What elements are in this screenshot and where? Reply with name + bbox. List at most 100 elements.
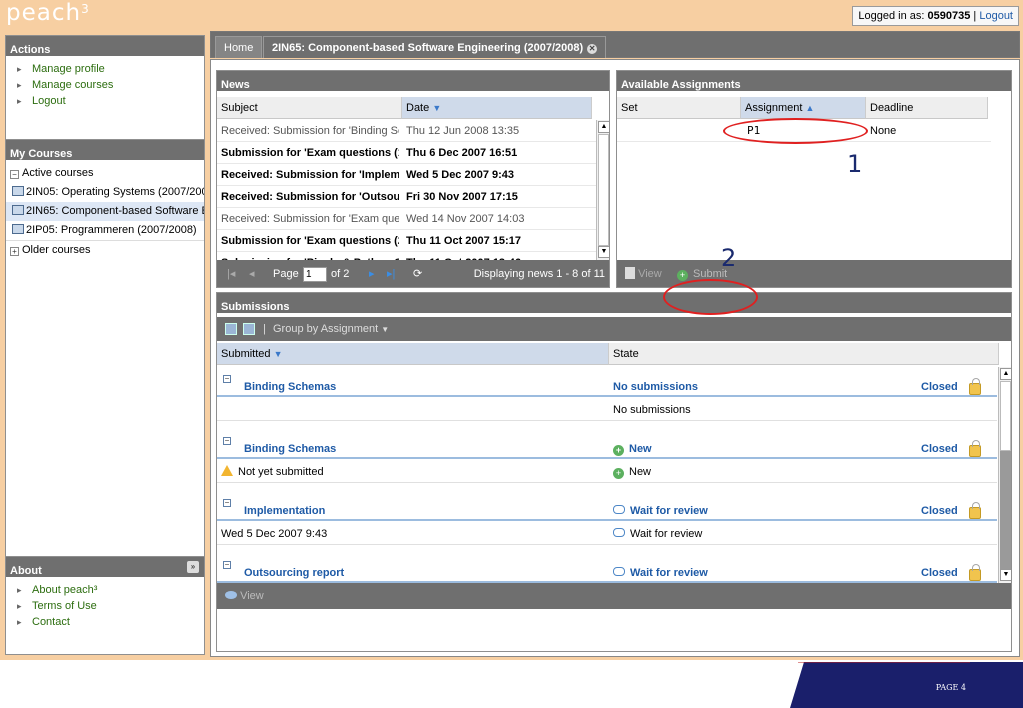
course-2in65[interactable]: 2IN65: Component-based Software Engineer… bbox=[6, 202, 204, 221]
submissions-title: Submissions bbox=[217, 293, 1011, 316]
submission-group[interactable]: − Binding Schemas + New Closed bbox=[217, 429, 997, 459]
left-sidebar: Actions Manage profile Manage courses Lo… bbox=[0, 31, 210, 660]
terms-link[interactable]: Terms of Use bbox=[6, 598, 204, 614]
manage-profile-link[interactable]: Manage profile bbox=[6, 61, 204, 77]
chevron-down-icon: ▼ bbox=[381, 325, 390, 334]
scroll-thumb[interactable] bbox=[598, 134, 609, 246]
news-subject: Submission for 'Exam questions (1)' bbox=[221, 147, 399, 159]
active-courses-node[interactable]: − Active courses bbox=[6, 164, 204, 183]
login-prefix: Logged in as: bbox=[858, 10, 928, 22]
refresh-icon[interactable]: ⟳ bbox=[413, 260, 422, 287]
annotation-number-1: 1 bbox=[847, 150, 863, 178]
login-user: 0590735 bbox=[927, 10, 971, 22]
submission-date: Wed 5 Dec 2007 9:43 bbox=[221, 528, 328, 540]
submission-group[interactable]: − Implementation Wait for review Closed bbox=[217, 491, 997, 521]
about-peach-link[interactable]: About peach³ bbox=[6, 582, 204, 598]
scroll-thumb[interactable] bbox=[1000, 381, 1011, 451]
next-page-icon[interactable]: ▸ bbox=[369, 260, 375, 287]
group-name[interactable]: Binding Schemas bbox=[244, 381, 336, 393]
group-status: Closed bbox=[921, 381, 958, 393]
contact-link[interactable]: Contact bbox=[6, 614, 204, 630]
news-date-header[interactable]: Date ▼ bbox=[402, 97, 592, 119]
group-by-dropdown[interactable]: Group by Assignment ▼ bbox=[273, 317, 389, 342]
manage-courses-link[interactable]: Manage courses bbox=[6, 77, 204, 93]
news-subject: Received: Submission for 'Exam questions… bbox=[221, 213, 399, 225]
news-subject: Submission for 'Exam questions (2)' bbox=[221, 235, 399, 247]
submissions-scrollbar[interactable]: ▲ ▼ bbox=[998, 367, 1011, 583]
collapse-group-icon[interactable]: − bbox=[223, 375, 231, 383]
news-subject: Received: Submission for 'Binding Schema… bbox=[221, 125, 399, 137]
my-courses-title: My Courses bbox=[6, 140, 204, 163]
view-submission-button[interactable]: View bbox=[225, 583, 264, 609]
view-button[interactable]: View bbox=[625, 260, 662, 287]
my-courses-panel: My Courses − Active courses 2IN05: Operat… bbox=[5, 139, 205, 559]
course-2in05[interactable]: 2IN05: Operating Systems (2007/2008) bbox=[6, 183, 204, 202]
submission-detail-row[interactable]: No submissions bbox=[217, 399, 997, 421]
submissions-footer: View bbox=[217, 583, 1011, 609]
first-page-icon[interactable]: |◂ bbox=[227, 260, 235, 287]
annotation-oval-2 bbox=[663, 279, 758, 315]
new-icon: + bbox=[613, 445, 624, 456]
collapse-group-icon[interactable]: − bbox=[223, 561, 231, 569]
news-row[interactable]: Received: Submission for 'Outsourcing re… bbox=[217, 186, 596, 208]
news-subject-header[interactable]: Subject bbox=[217, 97, 402, 119]
news-row[interactable]: Submission for 'Exam questions (1)' Thu 6… bbox=[217, 142, 596, 164]
news-scrollbar[interactable]: ▲ ▼ bbox=[596, 120, 609, 260]
state-header[interactable]: State bbox=[609, 343, 999, 365]
news-panel: News Subject Date ▼ Received: Submission… bbox=[216, 70, 610, 288]
news-displaying-label: Displaying news 1 - 8 of 11 bbox=[473, 268, 605, 280]
scroll-down-icon[interactable]: ▼ bbox=[598, 246, 609, 258]
collapse-group-icon[interactable]: − bbox=[223, 437, 231, 445]
collapse-panel-icon[interactable]: » bbox=[187, 561, 199, 573]
expand-all-icon[interactable] bbox=[225, 323, 237, 335]
group-name[interactable]: Outsourcing report bbox=[244, 567, 344, 579]
sort-desc-icon: ▼ bbox=[273, 349, 283, 359]
logout-link[interactable]: Logout bbox=[979, 10, 1013, 22]
page-of-label: of 2 bbox=[331, 268, 350, 280]
group-name[interactable]: Implementation bbox=[244, 505, 325, 517]
submission-detail-row[interactable]: Not yet submitted + New bbox=[217, 461, 997, 483]
eye-icon bbox=[225, 591, 237, 599]
close-tab-icon[interactable]: ✕ bbox=[587, 44, 598, 54]
news-subject: Received: Submission for 'Outsourcing re… bbox=[221, 191, 399, 203]
submission-date: Not yet submitted bbox=[221, 461, 324, 483]
course-2ip05[interactable]: 2IP05: Programmeren (2007/2008) bbox=[6, 221, 204, 240]
tab-home[interactable]: Home bbox=[215, 36, 263, 58]
submission-group[interactable]: − Binding Schemas No submissions Closed bbox=[217, 367, 997, 397]
assign-assignment-header[interactable]: Assignment ▲ bbox=[741, 97, 866, 119]
scroll-down-icon[interactable]: ▼ bbox=[1000, 569, 1011, 581]
page-number-input[interactable] bbox=[303, 267, 327, 282]
group-name[interactable]: Binding Schemas bbox=[244, 443, 336, 455]
group-state: Wait for review bbox=[613, 505, 708, 517]
add-icon: + bbox=[677, 270, 688, 281]
top-bar: peach3 Logged in as: 0590735 | Logout bbox=[0, 0, 1023, 31]
scroll-up-icon[interactable]: ▲ bbox=[1000, 368, 1011, 380]
last-page-icon[interactable]: ▸| bbox=[387, 260, 395, 287]
submitted-header[interactable]: Submitted ▼ bbox=[217, 343, 609, 365]
lock-icon bbox=[969, 378, 981, 395]
news-row[interactable]: Received: Submission for 'Implementation… bbox=[217, 164, 596, 186]
news-row[interactable]: Received: Submission for 'Exam questions… bbox=[217, 208, 596, 230]
speech-bubble-icon bbox=[613, 567, 625, 576]
logout-sidebar-link[interactable]: Logout bbox=[6, 93, 204, 109]
login-status: Logged in as: 0590735 | Logout bbox=[852, 6, 1019, 26]
group-state: Wait for review bbox=[613, 567, 708, 579]
expand-icon[interactable]: + bbox=[10, 247, 19, 256]
prev-page-icon[interactable]: ◂ bbox=[249, 260, 255, 287]
news-row[interactable]: Received: Submission for 'Binding Schema… bbox=[217, 120, 596, 142]
tab-course[interactable]: 2IN65: Component-based Software Engineer… bbox=[263, 36, 607, 58]
submission-group[interactable]: − Outsourcing report Wait for review Closed bbox=[217, 553, 997, 583]
older-courses-node[interactable]: + Older courses bbox=[6, 240, 204, 259]
collapse-icon[interactable]: − bbox=[10, 170, 19, 179]
scroll-up-icon[interactable]: ▲ bbox=[598, 121, 609, 133]
submission-detail-row[interactable]: Wed 5 Dec 2007 9:43 Wait for review bbox=[217, 523, 997, 545]
news-row[interactable]: Submission for 'Exam questions (2)' Thu 1… bbox=[217, 230, 596, 252]
assign-deadline-header[interactable]: Deadline bbox=[866, 97, 988, 119]
page-label: Page bbox=[273, 268, 299, 280]
collapse-all-icon[interactable] bbox=[243, 323, 255, 335]
sort-desc-icon: ▼ bbox=[432, 103, 442, 113]
assign-set-header[interactable]: Set bbox=[617, 97, 741, 119]
about-panel: About » About peach³ Terms of Use Contac… bbox=[5, 556, 205, 655]
news-pager: |◂ ◂ Page of 2 ▸ ▸| ⟳ Displaying news 1 … bbox=[217, 260, 609, 287]
collapse-group-icon[interactable]: − bbox=[223, 499, 231, 507]
